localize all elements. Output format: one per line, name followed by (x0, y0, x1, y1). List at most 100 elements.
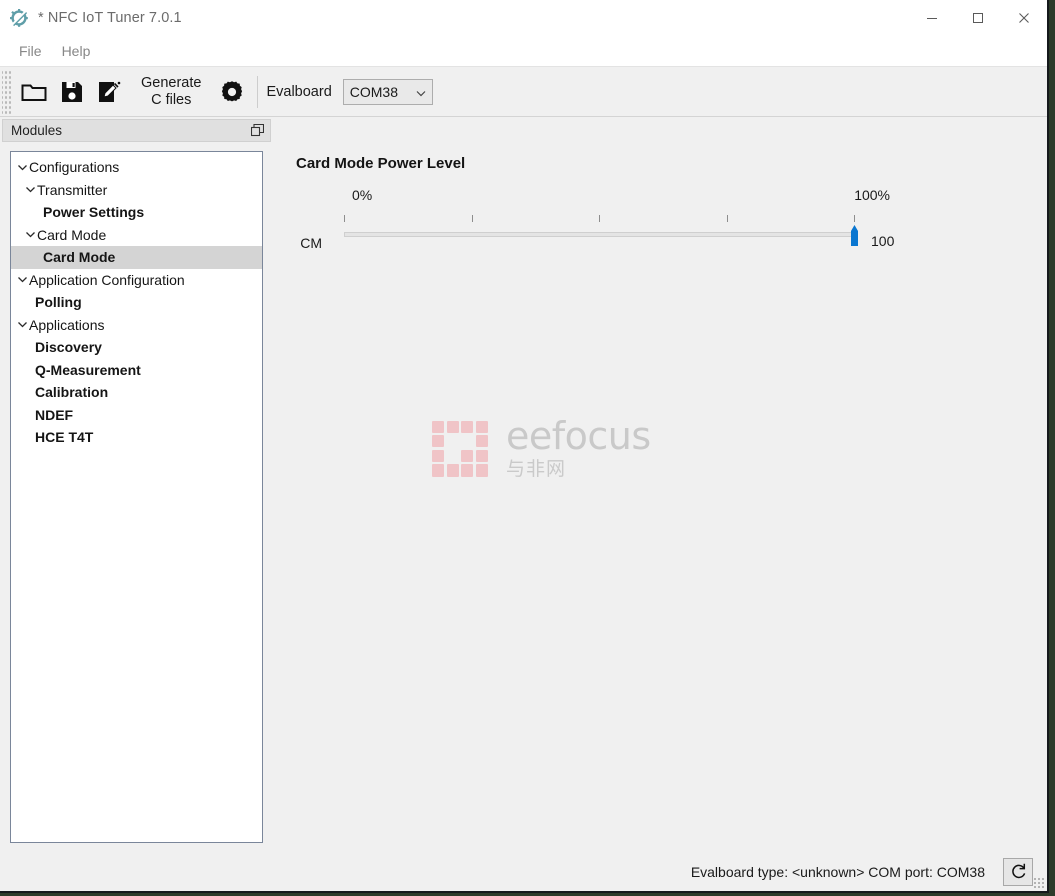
minimize-icon (927, 18, 937, 19)
tree-item-label: Discovery (35, 339, 102, 356)
tree-item-configurations[interactable]: Configurations (11, 156, 262, 179)
window-controls (909, 0, 1047, 36)
main-toolbar: Generate C files Evalboard COM38 (0, 66, 1047, 117)
tree-item-label: Card Mode (37, 226, 107, 243)
slider-tick-marks (344, 213, 855, 225)
tree-item-application-configuration[interactable]: Application Configuration (11, 269, 262, 292)
watermark-grid-cell (432, 449, 445, 462)
tree-item-q-measurement[interactable]: Q-Measurement (11, 359, 262, 382)
tree-item-label: Transmitter (37, 181, 108, 198)
slider-row: CM 100 (274, 213, 1047, 255)
edit-document-icon (99, 81, 121, 102)
watermark-grid-cell (475, 449, 488, 462)
menu-item-file[interactable]: File (9, 40, 52, 62)
watermark-grid-cell (447, 435, 459, 447)
folder-open-icon (21, 84, 47, 101)
watermark-grid-cell (475, 420, 488, 433)
slider-tick (726, 215, 728, 222)
com-port-select[interactable]: COM38 (342, 78, 433, 105)
tree-expand-chevron-icon[interactable] (23, 229, 37, 240)
slider-tick (471, 215, 473, 222)
settings-button[interactable] (213, 70, 251, 114)
main-content: Card Mode Power Level 0% 100% CM 100 eef… (274, 117, 1047, 851)
chevron-down-icon (416, 84, 426, 100)
power-level-control: 0% 100% CM 100 (274, 187, 1047, 255)
tree-item-label: Power Settings (43, 204, 145, 221)
tree-item-calibration[interactable]: Calibration (11, 381, 262, 404)
menu-bar: File Help (0, 36, 1047, 66)
tree-item-label: Polling (35, 294, 82, 311)
float-window-icon[interactable] (249, 123, 265, 139)
tree-expand-chevron-icon[interactable] (23, 184, 37, 195)
tree-item-label: Configurations (29, 159, 120, 176)
window-title: * NFC IoT Tuner 7.0.1 (38, 10, 182, 26)
maximize-button[interactable] (955, 0, 1001, 36)
card-mode-power-slider[interactable] (344, 213, 858, 255)
watermark-grid-cell (475, 464, 488, 477)
slider-thumb[interactable] (848, 225, 861, 247)
modules-dock-header: Modules (2, 119, 271, 142)
close-button[interactable] (1001, 0, 1047, 36)
title-bar: * NFC IoT Tuner 7.0.1 (0, 0, 1047, 36)
tree-item-hce-t4t[interactable]: HCE T4T (11, 426, 262, 449)
toolbar-drag-handle[interactable] (2, 69, 12, 114)
tree-item-label: Applications (29, 316, 105, 333)
watermark-grid-cell (432, 420, 445, 433)
slider-max-label: 100% (854, 187, 890, 203)
watermark-grid-cell (461, 464, 474, 477)
open-button[interactable] (15, 70, 53, 114)
com-port-status-value: COM38 (936, 863, 985, 880)
tree-expand-chevron-icon[interactable] (15, 319, 29, 330)
evalboard-type-value: <unknown> (792, 863, 865, 880)
watermark-grid-cell (446, 464, 459, 477)
modules-dock-panel: Modules Configurations Transmitter Power S… (0, 117, 274, 851)
gear-icon (222, 80, 243, 101)
refresh-button[interactable] (1003, 857, 1033, 886)
watermark-grid-cell (447, 450, 459, 462)
slider-tick (854, 215, 855, 222)
tree-item-label: Card Mode (43, 249, 116, 266)
tree-item-card-mode[interactable]: Card Mode (11, 224, 262, 247)
save-button[interactable] (53, 70, 91, 114)
modules-tree[interactable]: Configurations Transmitter Power Settings C… (10, 151, 263, 843)
com-port-label: COM port: (868, 863, 933, 880)
tree-item-ndef[interactable]: NDEF (11, 404, 262, 427)
page-title: Card Mode Power Level (296, 155, 466, 172)
minimize-button[interactable] (909, 0, 955, 36)
tree-item-polling[interactable]: Polling (11, 291, 262, 314)
tree-item-discovery[interactable]: Discovery (11, 336, 262, 359)
generate-label-line2: C files (151, 91, 192, 108)
eefocus-logo-icon (432, 420, 488, 477)
evalboard-type-label: Evalboard type: (690, 863, 789, 880)
watermark-grid-cell (461, 435, 473, 447)
generate-c-files-button[interactable]: Generate C files (129, 70, 213, 114)
watermark-sub-text: 与非网 (506, 458, 567, 480)
refresh-icon (1011, 863, 1025, 879)
generate-label-line1: Generate (141, 74, 202, 91)
slider-tick (344, 215, 345, 222)
status-bar: Evalboard type: <unknown> COM port: COM3… (0, 851, 1047, 891)
tree-item-applications[interactable]: Applications (11, 314, 262, 337)
watermark-grid-cell (432, 435, 445, 448)
menu-item-help[interactable]: Help (52, 40, 101, 62)
edit-button[interactable] (91, 70, 129, 114)
tree-item-transmitter[interactable]: Transmitter (11, 179, 262, 202)
tree-item-power-settings[interactable]: Power Settings (11, 201, 262, 224)
watermark-main-text: eefocus (506, 414, 651, 458)
tree-expand-chevron-icon[interactable] (15, 274, 29, 285)
tree-item-card-mode[interactable]: Card Mode (11, 246, 262, 269)
application-window: * NFC IoT Tuner 7.0.1 File Help Generate… (0, 0, 1049, 893)
tree-item-label: HCE T4T (35, 429, 94, 446)
tree-item-label: NDEF (35, 406, 74, 423)
tree-item-label: Application Configuration (29, 271, 185, 288)
body-area: Modules Configurations Transmitter Power S… (0, 117, 1047, 851)
slider-scale-labels: 0% 100% (352, 187, 890, 211)
slider-min-label: 0% (352, 187, 373, 203)
tree-item-label: Q-Measurement (35, 361, 141, 378)
watermark-grid-cell (432, 464, 445, 477)
resize-grip[interactable] (1033, 877, 1045, 889)
watermark-grid-cell (461, 420, 474, 433)
tree-expand-chevron-icon[interactable] (15, 162, 29, 173)
slider-track[interactable] (344, 232, 854, 237)
tree-item-label: Calibration (35, 384, 109, 401)
